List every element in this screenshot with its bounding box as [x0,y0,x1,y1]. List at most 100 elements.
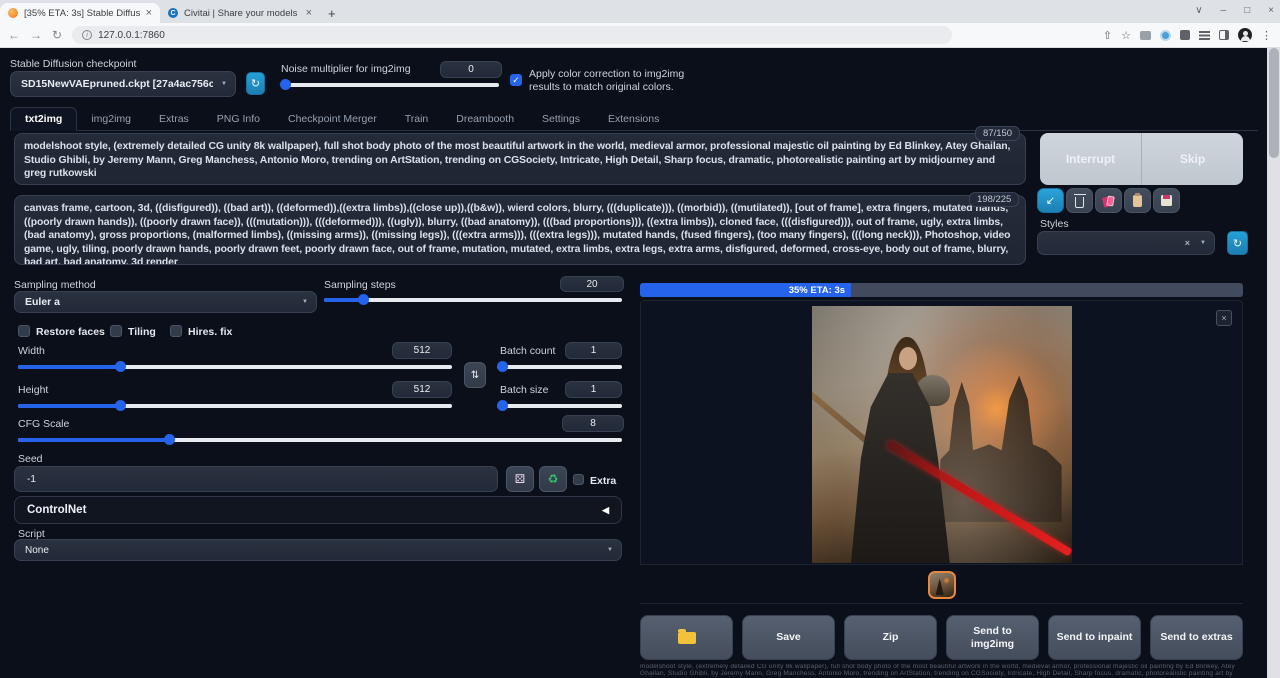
browser-menu-icon[interactable]: ⋮ [1261,29,1272,42]
save-style-button[interactable] [1153,188,1180,213]
negative-prompt-textarea[interactable]: canvas frame, cartoon, 3d, ((disfigured)… [14,195,1026,265]
tab-close-icon[interactable]: × [306,7,312,19]
batch-size-input[interactable]: 1 [565,381,622,398]
tiling-checkbox[interactable] [110,325,122,337]
window-close-button[interactable]: × [1268,5,1274,16]
reload-icon[interactable]: ↻ [52,28,62,42]
hires-fix-checkbox[interactable] [170,325,182,337]
seed-label: Seed [18,453,43,465]
styles-dropdown[interactable]: × ▼ [1037,231,1215,255]
noise-multiplier-slider[interactable] [281,78,499,90]
reuse-seed-button[interactable]: ♻ [539,466,567,492]
tab-settings[interactable]: Settings [528,108,594,130]
chevron-down-icon: ▼ [221,81,227,87]
checkpoint-dropdown[interactable]: SD15NewVAEpruned.ckpt [27a4ac756c] ▼ [10,71,236,97]
new-tab-button[interactable]: + [328,6,336,21]
extra-networks-button[interactable] [1095,188,1122,213]
refresh-icon: ↻ [1233,237,1242,250]
share-icon[interactable]: ⇧ [1103,29,1112,42]
noise-multiplier-input[interactable]: 0 [440,61,502,78]
tab-extras[interactable]: Extras [145,108,203,130]
cfg-scale-input[interactable]: 8 [562,415,624,432]
trash-icon [1075,197,1084,208]
tab-close-icon[interactable]: × [146,7,152,19]
tab-train[interactable]: Train [391,108,443,130]
side-panel-icon[interactable] [1219,30,1229,40]
generated-image[interactable] [812,306,1072,563]
checkpoint-refresh-button[interactable]: ↻ [246,72,265,95]
skip-button[interactable]: Skip [1141,133,1243,185]
extra-seed-checkbox[interactable] [573,474,584,485]
close-preview-button[interactable]: × [1216,310,1232,326]
tab-extensions[interactable]: Extensions [594,108,673,130]
controlnet-accordion[interactable]: ControlNet ◀ [14,496,622,524]
extension-blue-icon[interactable] [1160,30,1171,41]
send-to-img2img-button[interactable]: Send to img2img [946,615,1039,660]
scrollbar-thumb[interactable] [1269,48,1279,158]
back-icon[interactable]: ← [8,28,20,42]
seed-input[interactable]: -1 [14,466,498,492]
color-correction-checkbox[interactable]: ✓ [510,74,522,86]
profile-avatar[interactable] [1238,28,1252,42]
interrupt-button[interactable]: Interrupt [1040,133,1141,185]
extension-icon[interactable] [1140,31,1151,40]
height-input[interactable]: 512 [392,381,452,398]
swap-dimensions-button[interactable]: ⇅ [464,362,486,388]
sampling-steps-slider[interactable] [324,293,622,305]
restore-faces-checkbox[interactable] [18,325,30,337]
clear-styles-icon[interactable]: × [1185,238,1190,248]
site-info-icon[interactable]: i [82,30,92,40]
batch-count-slider[interactable] [497,360,622,372]
extensions-puzzle-icon[interactable] [1180,30,1190,40]
browser-toolbar: ← → ↻ i 127.0.0.1:7860 ⇧ ☆ ⋮ [0,23,1280,48]
random-seed-button[interactable]: ⚄ [506,466,534,492]
clear-prompt-button[interactable] [1066,188,1093,213]
window-maximize-button[interactable]: □ [1244,5,1250,16]
cfg-scale-slider[interactable] [18,433,622,445]
tab-dreambooth[interactable]: Dreambooth [442,108,528,130]
browser-tab-stable-diffusion[interactable]: [35% ETA: 3s] Stable Diffusion × [0,3,160,23]
forward-icon[interactable]: → [30,28,42,42]
sampling-method-dropdown[interactable]: Euler a ▼ [14,291,317,313]
batch-count-label: Batch count [500,345,555,357]
save-button[interactable]: Save [742,615,835,660]
batch-count-input[interactable]: 1 [565,342,622,359]
styles-refresh-button[interactable]: ↻ [1227,231,1248,255]
batch-size-slider[interactable] [497,399,622,411]
tab-title: Civitai | Share your models [184,8,300,19]
floppy-save-icon [1161,195,1172,206]
tab-img2img[interactable]: img2img [77,108,145,130]
width-input[interactable]: 512 [392,342,452,359]
paste-arrow-icon: ↙ [1046,194,1055,207]
height-slider[interactable] [18,399,452,411]
width-slider[interactable] [18,360,452,372]
gallery-thumbnail-strip [640,566,1243,604]
page-scrollbar[interactable] [1267,48,1280,678]
browser-tab-civitai[interactable]: C Civitai | Share your models × [160,3,320,23]
prompt-textarea[interactable]: modelshoot style, (extremely detailed CG… [14,133,1026,185]
chevron-down-icon: ▼ [1200,240,1206,246]
send-to-inpaint-button[interactable]: Send to inpaint [1048,615,1141,660]
zip-button[interactable]: Zip [844,615,937,660]
window-minimize-button[interactable]: – [1221,5,1227,16]
dice-icon: ⚄ [515,472,525,486]
folder-icon [678,632,696,644]
tab-checkpoint-merger[interactable]: Checkpoint Merger [274,108,391,130]
send-to-extras-button[interactable]: Send to extras [1150,615,1243,660]
bookmark-star-icon[interactable]: ☆ [1121,29,1131,42]
script-dropdown[interactable]: None ▼ [14,539,622,561]
sampling-steps-input[interactable]: 20 [560,276,624,292]
gallery-thumbnail[interactable] [928,571,956,599]
reading-list-icon[interactable] [1199,31,1210,40]
check-icon: ✓ [512,75,520,86]
tab-txt2img[interactable]: txt2img [10,107,77,131]
tab-search-icon[interactable]: ∨ [1195,5,1202,16]
open-folder-button[interactable] [640,615,733,660]
paste-generation-params-button[interactable]: ↙ [1037,188,1064,213]
app-window: [35% ETA: 3s] Stable Diffusion × C Civit… [0,0,1280,678]
chevron-down-icon: ▼ [302,299,308,305]
address-bar[interactable]: i 127.0.0.1:7860 [72,26,952,44]
apply-styles-button[interactable] [1124,188,1151,213]
tab-png-info[interactable]: PNG Info [203,108,274,130]
swap-icon: ⇅ [471,370,479,381]
